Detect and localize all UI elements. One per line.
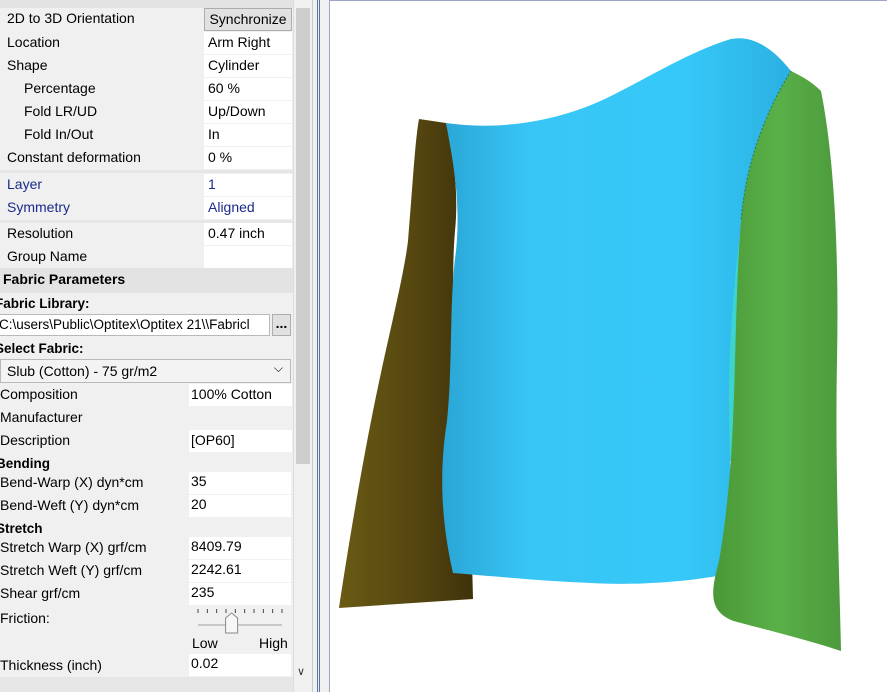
splitter-handle[interactable] — [312, 0, 329, 692]
stretch-warp-label: Stretch Warp (X) grf/cm — [0, 539, 147, 555]
prop-description[interactable]: Description [OP60] — [0, 430, 293, 452]
fabric-select[interactable]: Slub (Cotton) - 75 gr/m2 ⌵ — [0, 359, 291, 383]
panel-footer — [0, 677, 293, 692]
splitter-line — [317, 0, 318, 692]
fabric-library-label: Fabric Library: — [0, 296, 90, 311]
shape-value[interactable]: Cylinder — [208, 57, 259, 73]
scrollbar-thumb[interactable] — [296, 8, 310, 464]
description-label: Description — [0, 432, 71, 448]
composition-label: Composition — [0, 386, 78, 402]
prop-friction[interactable]: Friction: Low High — [0, 606, 293, 653]
splitter-line — [319, 0, 320, 692]
stretch-header: Stretch — [0, 521, 43, 536]
description-value[interactable]: [OP60] — [191, 432, 235, 448]
prop-manufacturer[interactable]: Manufacturer — [0, 407, 293, 429]
bend-weft-value[interactable]: 20 — [191, 496, 207, 512]
slider-ticks — [197, 609, 283, 613]
thickness-label: Thickness (inch) — [0, 657, 102, 673]
prop-symmetry[interactable]: Symmetry Aligned — [0, 197, 293, 219]
fabric-library-path[interactable]: C:\users\Public\Optitex\Optitex 21\\Fabr… — [0, 314, 270, 336]
slider-thumb[interactable] — [225, 612, 239, 634]
prop-orientation[interactable]: 2D to 3D Orientation Synchronize — [0, 8, 293, 31]
composition-value[interactable]: 100% Cotton — [191, 386, 272, 402]
constant-deformation-label: Constant deformation — [7, 149, 141, 165]
resolution-label: Resolution — [7, 225, 74, 241]
location-label: Location — [7, 34, 60, 50]
bend-weft-label: Bend-Weft (Y) dyn*cm — [0, 497, 140, 513]
stretch-weft-label: Stretch Weft (Y) grf/cm — [0, 562, 143, 578]
manufacturer-label: Manufacturer — [0, 409, 83, 425]
symmetry-label: Symmetry — [7, 199, 70, 215]
3d-viewport[interactable] — [329, 0, 887, 692]
stretch-weft-value[interactable]: 2242.61 — [191, 561, 242, 577]
prop-location[interactable]: Location Arm Right — [0, 32, 293, 54]
collapsed-header — [0, 0, 293, 8]
group-name-label: Group Name — [7, 248, 88, 264]
friction-high-label: High — [259, 635, 288, 651]
orientation-label: 2D to 3D Orientation — [7, 10, 135, 26]
bend-warp-value[interactable]: 35 — [191, 473, 207, 489]
prop-thickness[interactable]: Thickness (inch) 0.02 — [0, 654, 293, 676]
shape-label: Shape — [7, 57, 48, 73]
prop-fold-lrud[interactable]: Fold LR/UD Up/Down — [0, 101, 293, 123]
bending-header: Bending — [0, 456, 50, 471]
symmetry-value[interactable]: Aligned — [208, 199, 255, 215]
layer-value[interactable]: 1 — [208, 176, 216, 192]
location-value[interactable]: Arm Right — [208, 34, 270, 50]
synchronize-button[interactable]: Synchronize — [204, 8, 292, 31]
chevron-down-icon: ⌵ — [273, 361, 283, 375]
browse-button[interactable]: ... — [272, 314, 291, 336]
shear-label: Shear grf/cm — [0, 585, 81, 601]
panel-scrollbar[interactable]: ∨ — [293, 0, 312, 692]
friction-label: Friction: — [0, 610, 50, 626]
resolution-value[interactable]: 0.47 inch — [208, 225, 265, 241]
prop-stretch-warp[interactable]: Stretch Warp (X) grf/cm 8409.79 — [0, 537, 293, 559]
prop-constant-deformation[interactable]: Constant deformation 0 % — [0, 147, 293, 169]
prop-shape[interactable]: Shape Cylinder — [0, 55, 293, 77]
prop-bend-weft[interactable]: Bend-Weft (Y) dyn*cm 20 — [0, 495, 293, 517]
properties-panel: 2D to 3D Orientation Synchronize Locatio… — [0, 0, 293, 692]
constant-deformation-value[interactable]: 0 % — [208, 149, 232, 165]
prop-bend-warp[interactable]: Bend-Warp (X) dyn*cm 35 — [0, 472, 293, 494]
percentage-label: Percentage — [24, 80, 96, 96]
prop-percentage[interactable]: Percentage 60 % — [0, 78, 293, 100]
prop-composition[interactable]: Composition 100% Cotton — [0, 384, 293, 406]
chevron-down-icon[interactable]: ∨ — [297, 665, 305, 678]
fabric-parameters-header: Fabric Parameters — [0, 268, 293, 293]
prop-group-name[interactable]: Group Name — [0, 246, 293, 268]
fold-lrud-value[interactable]: Up/Down — [208, 103, 266, 119]
prop-shear[interactable]: Shear grf/cm 235 — [0, 583, 293, 605]
friction-low-label: Low — [192, 635, 218, 651]
percentage-value[interactable]: 60 % — [208, 80, 240, 96]
layer-label: Layer — [7, 176, 43, 192]
select-fabric-label: Select Fabric: — [0, 341, 84, 356]
prop-fold-inout[interactable]: Fold In/Out In — [0, 124, 293, 146]
prop-layer[interactable]: Layer 1 — [0, 174, 293, 196]
fold-inout-label: Fold In/Out — [24, 126, 94, 142]
fold-lrud-label: Fold LR/UD — [24, 103, 98, 119]
garment-model[interactable] — [330, 1, 887, 692]
divider — [0, 170, 293, 173]
thickness-value[interactable]: 0.02 — [191, 655, 218, 671]
fold-inout-value[interactable]: In — [208, 126, 220, 142]
stretch-warp-value[interactable]: 8409.79 — [191, 538, 242, 554]
bend-warp-label: Bend-Warp (X) dyn*cm — [0, 474, 144, 490]
shear-value[interactable]: 235 — [191, 584, 214, 600]
prop-resolution[interactable]: Resolution 0.47 inch — [0, 223, 293, 245]
prop-stretch-weft[interactable]: Stretch Weft (Y) grf/cm 2242.61 — [0, 560, 293, 582]
